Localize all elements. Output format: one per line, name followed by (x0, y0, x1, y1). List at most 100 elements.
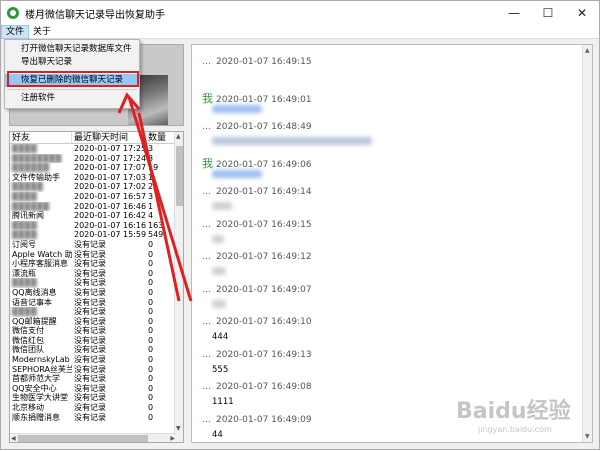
contact-name: 微信团队 (12, 345, 44, 355)
scroll-right-icon[interactable]: ▶ (170, 435, 175, 442)
contact-last-time: 2020-01-07 15:59:15 (74, 230, 146, 240)
table-row[interactable]: QQ邮箱提醒 没有记录 0 (10, 317, 183, 327)
chat-scroll-up-icon[interactable]: ▲ (585, 47, 590, 54)
contact-count: 3 (148, 153, 154, 163)
header-count[interactable]: 数量 (146, 132, 176, 143)
message-time: 2020-01-07 16:49:14 (216, 187, 312, 197)
table-row[interactable]: ████ 2020-01-07 16:57:293 (10, 192, 183, 202)
chat-message-header: 我 2020-01-07 16:49:06 (202, 155, 312, 171)
menu-export-records[interactable]: 导出聊天记录 (5, 56, 139, 69)
message-time: 2020-01-07 16:49:15 (216, 57, 312, 67)
table-row[interactable]: 小程序客服消息 没有记录 0 (10, 259, 183, 269)
table-row[interactable]: 文件传输助手 2020-01-07 17:03:331 (10, 173, 183, 183)
contact-name: 漂流瓶 (12, 268, 36, 278)
chat-message-header: … 2020-01-07 16:49:09 (202, 415, 312, 425)
table-row[interactable]: ████ 2020-01-07 15:59:15549 (10, 230, 183, 240)
table-row[interactable]: ██████ 2020-01-07 16:46:561 (10, 202, 183, 212)
contact-last-time: 没有记录 (74, 355, 106, 365)
table-row[interactable]: ████ 2020-01-07 17:25:363 (10, 144, 183, 154)
contact-last-time: 没有记录 (74, 383, 106, 393)
contact-count: 1 (148, 172, 154, 182)
watermark-url: jingyan.baidu.com (478, 425, 552, 434)
table-row[interactable]: 微信支付 没有记录 0 (10, 326, 183, 336)
menu-open-database[interactable]: 打开微信聊天记录数据库文件 (5, 43, 139, 56)
contact-vertical-scrollbar[interactable]: ▲ ▼ (174, 132, 183, 442)
contact-name: ████ (12, 230, 37, 240)
contact-count: 0 (148, 297, 154, 307)
contact-table: 好友 最近聊天时间 数量 ████2020-01-07 17:25:363███… (9, 131, 184, 443)
message-content: 44 (212, 429, 223, 440)
contact-name: ModernskyLab (12, 355, 70, 365)
chat-scrollbar[interactable]: ▲ ▼ (582, 45, 592, 442)
contact-count: 0 (148, 393, 154, 403)
contact-horizontal-scrollbar[interactable]: ◀ ▶ (10, 433, 176, 442)
contact-count: 0 (148, 403, 154, 413)
message-sender: … (202, 122, 211, 132)
chat-scroll-down-icon[interactable]: ▼ (585, 433, 590, 440)
table-row[interactable]: 微信红包 没有记录 0 (10, 336, 183, 346)
table-row[interactable]: Apple Watch 助手没有记录 0 (10, 250, 183, 260)
contact-name: 北京移动 (12, 403, 44, 413)
contact-name: Apple Watch 助手 (12, 249, 72, 259)
chat-message-header: … 2020-01-07 16:49:15 (202, 57, 312, 67)
table-row[interactable]: QQ离线消息 没有记录 0 (10, 288, 183, 298)
message-content: 555 (212, 364, 229, 375)
contact-name: ████ (12, 144, 37, 153)
table-row[interactable]: 微信团队 没有记录 0 (10, 345, 183, 355)
maximize-button[interactable]: ☐ (531, 1, 565, 25)
menu-about[interactable]: 关于 (29, 25, 55, 39)
table-row[interactable]: ████ 2020-01-07 16:16:20163 (10, 221, 183, 231)
contact-rows: ████2020-01-07 17:25:363████████2020-01-… (10, 144, 183, 422)
header-friend[interactable]: 好友 (10, 132, 72, 143)
contact-count: 19 (148, 163, 159, 173)
header-last-chat-time[interactable]: 最近聊天时间 (72, 132, 146, 143)
table-row[interactable]: 顺东捐赠消息 没有记录 0 (10, 413, 183, 423)
table-row[interactable]: █████ 2020-01-07 17:02:362 (10, 182, 183, 192)
scroll-up-icon[interactable]: ▲ (176, 133, 181, 140)
contact-count: 1 (148, 201, 154, 211)
contact-count: 163 (148, 220, 164, 230)
close-button[interactable]: ✕ (565, 1, 599, 25)
contact-name: 文件传输助手 (12, 172, 60, 182)
contact-scroll-thumb[interactable] (176, 146, 183, 206)
message-content (212, 234, 224, 243)
contact-name: ██████ (12, 201, 49, 211)
message-content: 1111 (212, 397, 234, 407)
scroll-left-icon[interactable]: ◀ (11, 435, 16, 442)
table-row[interactable]: 腾讯新闻 2020-01-07 16:42:084 (10, 211, 183, 221)
table-row[interactable]: SEPHORA丝芙兰 没有记录 0 (10, 365, 183, 375)
contact-hscroll-thumb[interactable] (18, 435, 148, 442)
contact-count: 0 (148, 307, 154, 317)
menu-file[interactable]: 文件 (1, 24, 30, 39)
contact-last-time: 2020-01-07 17:03:33 (74, 172, 146, 182)
table-row[interactable]: ████ 没有记录 0 (10, 307, 183, 317)
contact-last-time: 2020-01-07 17:07:37 (74, 163, 146, 173)
message-time: 2020-01-07 16:49:10 (216, 317, 312, 327)
table-row[interactable]: 北京移动 没有记录 0 (10, 403, 183, 413)
contact-last-time: 2020-01-07 16:42:08 (74, 211, 146, 221)
contact-name: 语音记事本 (12, 297, 52, 307)
chat-message-header: … 2020-01-07 16:49:13 (202, 350, 312, 360)
table-row[interactable]: QQ安全中心 没有记录 0 (10, 384, 183, 394)
contact-count: 3 (148, 191, 154, 201)
contact-count: 0 (148, 345, 154, 355)
table-row[interactable]: ████████ 2020-01-07 17:24:513 (10, 154, 183, 164)
table-row[interactable]: 首都师范大学 没有记录 0 (10, 374, 183, 384)
table-row[interactable]: ModernskyLab 没有记录 0 (10, 355, 183, 365)
chat-message-header: … 2020-01-07 16:48:49 (202, 122, 312, 132)
blurred-message (212, 104, 262, 113)
menu-register[interactable]: 注册软件 (5, 92, 139, 105)
table-row[interactable]: 生物医学大讲堂 没有记录 0 (10, 393, 183, 403)
scroll-down-icon[interactable]: ▼ (176, 425, 181, 432)
table-row[interactable]: ██████ 2020-01-07 17:07:3719 (10, 163, 183, 173)
table-row[interactable]: 语音记事本 没有记录 0 (10, 298, 183, 308)
contact-count: 0 (148, 412, 154, 422)
table-row[interactable]: 订阅号 没有记录 0 (10, 240, 183, 250)
minimize-button[interactable]: — (497, 1, 531, 25)
message-sender: … (202, 57, 211, 67)
table-row[interactable]: ████ 没有记录 0 (10, 278, 183, 288)
contact-name: ██████ (12, 163, 49, 173)
annotation-highlight-box (7, 71, 139, 87)
table-row[interactable]: 漂流瓶 没有记录 0 (10, 269, 183, 279)
message-time: 2020-01-07 16:49:08 (216, 382, 312, 392)
